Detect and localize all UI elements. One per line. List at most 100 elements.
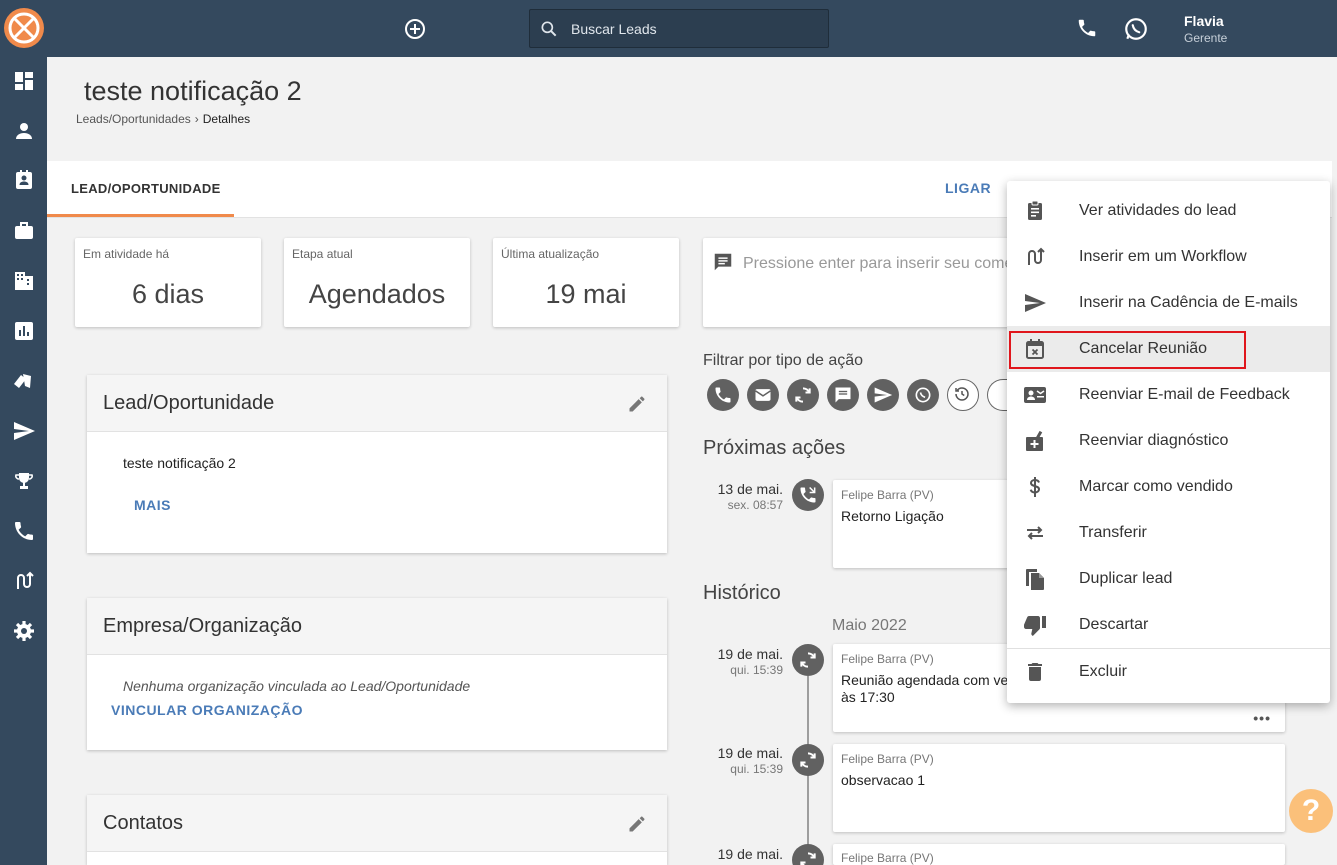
history-time: qui. 15:39 xyxy=(730,663,783,677)
history-date: 19 de mai. xyxy=(717,646,783,662)
menu-item-label: Descartar xyxy=(1079,616,1149,633)
organization-panel: Empresa/Organização Nenhuma organização … xyxy=(87,598,667,750)
callback-icon xyxy=(792,479,824,511)
contacts-panel-header: Contatos xyxy=(87,795,667,852)
stat-value: 6 dias xyxy=(131,279,205,309)
send-icon xyxy=(1023,291,1047,315)
bar-chart-icon[interactable] xyxy=(12,319,36,343)
menu-item-label: Ver atividades do lead xyxy=(1079,202,1237,219)
history-author: Felipe Barra (PV) xyxy=(841,652,934,666)
gear-icon[interactable] xyxy=(12,619,36,643)
menu-item-workflow[interactable]: Inserir em um Workflow xyxy=(1007,234,1330,280)
phone-icon[interactable] xyxy=(1076,17,1098,44)
filter-email-icon[interactable] xyxy=(747,379,779,411)
organization-panel-header: Empresa/Organização xyxy=(87,598,667,655)
comment-input[interactable]: Pressione enter para inserir seu come xyxy=(703,238,1013,327)
user-role: Gerente xyxy=(1184,31,1228,45)
sync-icon xyxy=(792,744,824,776)
filter-upload-icon[interactable] xyxy=(987,379,1007,411)
lead-panel-title: Lead/Oportunidade xyxy=(103,392,275,414)
lead-panel: Lead/Oportunidade teste notificação 2 MA… xyxy=(87,375,667,553)
send-icon[interactable] xyxy=(12,419,36,443)
edit-icon[interactable] xyxy=(627,814,647,839)
menu-item-label: Duplicar lead xyxy=(1079,570,1173,587)
tags-icon[interactable] xyxy=(12,369,36,393)
help-button[interactable]: ? xyxy=(1289,789,1333,833)
stat-card-updated: Última atualização 19 mai xyxy=(493,238,679,327)
whatsapp-icon[interactable] xyxy=(1123,16,1149,47)
filter-phone-icon[interactable] xyxy=(707,379,739,411)
search-input[interactable]: Buscar Leads xyxy=(529,9,829,48)
building-icon[interactable] xyxy=(12,269,36,293)
stat-label: Última atualização xyxy=(501,247,600,261)
contacts-icon[interactable] xyxy=(12,168,36,192)
breadcrumb-leads[interactable]: Leads/Oportunidades xyxy=(76,112,191,126)
sync-icon xyxy=(792,844,824,865)
history-card[interactable]: Felipe Barra (PV) observacao 1 xyxy=(833,744,1285,832)
dashboard-icon[interactable] xyxy=(12,69,36,93)
menu-item-email-cadence[interactable]: Inserir na Cadência de E-mails xyxy=(1007,280,1330,326)
lead-panel-header: Lead/Oportunidade xyxy=(87,375,667,432)
edit-icon[interactable] xyxy=(627,394,647,419)
workflow-icon[interactable] xyxy=(12,569,36,593)
briefcase-icon[interactable] xyxy=(12,219,36,243)
action-time: sex. 08:57 xyxy=(727,498,783,512)
contacts-panel: Contatos xyxy=(87,795,667,865)
filter-send-icon[interactable] xyxy=(867,379,899,411)
filter-sync-icon[interactable] xyxy=(787,379,819,411)
phone-icon[interactable] xyxy=(12,519,36,543)
lead-name: teste notificação 2 xyxy=(123,455,236,471)
add-circle-icon[interactable] xyxy=(403,17,427,41)
history-card[interactable]: Felipe Barra (PV) xyxy=(833,844,1285,865)
ligar-button[interactable]: LIGAR xyxy=(945,180,991,196)
user-name[interactable]: Flavia xyxy=(1184,13,1224,29)
contacts-panel-title: Contatos xyxy=(103,812,184,834)
menu-item-resend-feedback[interactable]: Reenviar E-mail de Feedback xyxy=(1007,372,1330,418)
history-text: observacao 1 xyxy=(841,772,926,788)
menu-item-label: Reenviar diagnóstico xyxy=(1079,432,1229,449)
history-text-line1: Reunião agendada com ver xyxy=(841,672,1014,688)
stat-label: Etapa atual xyxy=(292,247,353,261)
search-placeholder: Buscar Leads xyxy=(571,21,657,37)
sync-icon xyxy=(792,644,824,676)
comment-icon xyxy=(714,253,732,271)
menu-item-label: Marcar como vendido xyxy=(1079,478,1233,495)
chevron-right-icon: › xyxy=(194,112,199,126)
workflow-icon xyxy=(1023,245,1047,269)
dollar-icon xyxy=(1023,475,1047,499)
more-button[interactable]: MAIS xyxy=(134,497,171,513)
trophy-icon[interactable] xyxy=(12,469,36,493)
comment-placeholder: Pressione enter para inserir seu come xyxy=(743,255,1014,272)
filter-whatsapp-icon[interactable] xyxy=(907,379,939,411)
menu-item-mark-sold[interactable]: Marcar como vendido xyxy=(1007,464,1330,510)
no-organization-text: Nenhuma organização vinculada ao Lead/Op… xyxy=(123,678,471,694)
organization-panel-title: Empresa/Organização xyxy=(103,615,302,637)
tab-lead-oportunidade[interactable]: LEAD/OPORTUNIDADE xyxy=(71,181,221,196)
menu-item-delete[interactable]: Excluir xyxy=(1007,649,1330,695)
menu-item-discard[interactable]: Descartar xyxy=(1007,602,1330,648)
thumb-down-icon xyxy=(1023,613,1047,637)
assignment-icon xyxy=(1023,199,1047,223)
menu-item-resend-diagnostic[interactable]: Reenviar diagnóstico xyxy=(1007,418,1330,464)
stat-value: 19 mai xyxy=(545,279,627,309)
app-logo[interactable] xyxy=(4,8,44,48)
menu-item-label: Excluir xyxy=(1079,663,1128,680)
history-author: Felipe Barra (PV) xyxy=(841,851,934,865)
person-icon[interactable] xyxy=(12,119,36,143)
breadcrumb-current: Detalhes xyxy=(202,112,251,126)
menu-item-transfer[interactable]: Transferir xyxy=(1007,510,1330,556)
lead-actions-menu: Ver atividades do lead Inserir em um Wor… xyxy=(1007,181,1330,703)
sidebar xyxy=(0,57,47,865)
filter-history-icon[interactable] xyxy=(947,379,979,411)
action-date: 13 de mai. xyxy=(717,481,783,497)
menu-item-view-activities[interactable]: Ver atividades do lead xyxy=(1007,188,1330,234)
filter-comment-icon[interactable] xyxy=(827,379,859,411)
more-options-icon[interactable]: ••• xyxy=(1253,710,1271,726)
menu-item-label: Inserir em um Workflow xyxy=(1079,248,1247,265)
breadcrumb: Leads/Oportunidades › Detalhes xyxy=(76,112,250,126)
menu-item-duplicate[interactable]: Duplicar lead xyxy=(1007,556,1330,602)
filter-label: Filtrar por tipo de ação xyxy=(703,352,864,369)
next-actions-title: Próximas ações xyxy=(703,437,846,459)
menu-item-label: Transferir xyxy=(1079,524,1147,541)
link-organization-button[interactable]: VINCULAR ORGANIZAÇÃO xyxy=(111,702,303,718)
